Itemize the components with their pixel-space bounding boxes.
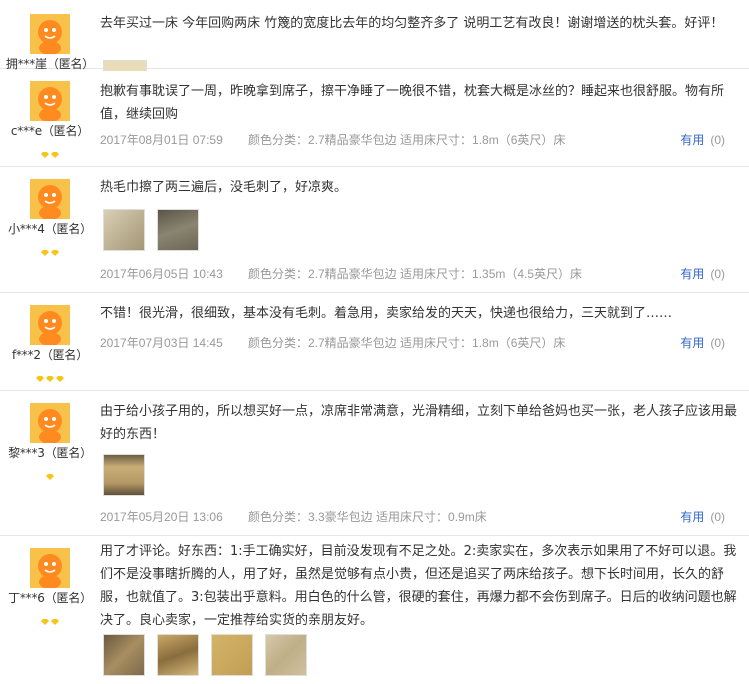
helpful-button[interactable]: 有用 <box>680 510 704 524</box>
review-text: 用了才评论。好东西：1:手工确实好，目前没发现有不足之处。2:卖家实在，多次表示… <box>100 544 737 628</box>
reviewer-level-badges <box>0 367 100 382</box>
user-avatar[interactable] <box>30 179 70 219</box>
review-photo[interactable] <box>157 209 199 251</box>
sku-info: 颜色分类：2.7精品豪华包边 适用床尺寸：1.35m（4.5英尺）床 <box>248 267 583 281</box>
helpful-button[interactable]: 有用 <box>680 336 704 350</box>
review-meta: 2017年06月05日 10:43 颜色分类：2.7精品豪华包边 适用床尺寸：1… <box>100 265 725 283</box>
reviewer-level-badges <box>0 241 100 256</box>
review-date: 2017年07月03日 14:45 <box>100 336 223 350</box>
helpful-count: (0) <box>710 267 725 281</box>
sku-info: 颜色分类：2.7精品豪华包边 适用床尺寸：1.8m（6英尺）床 <box>248 336 566 350</box>
diamond-icon <box>36 376 44 382</box>
review-photo[interactable] <box>211 634 253 676</box>
helpful-count: (0) <box>710 510 725 524</box>
review-meta: 2017年05月20日 13:06 颜色分类：3.3豪华包边 适用床尺寸：0.9… <box>100 508 725 526</box>
review-photo[interactable] <box>103 454 145 496</box>
helpful-count: (0) <box>710 336 725 350</box>
reviewer-name: 小***4（匿名） <box>8 222 92 236</box>
review-date: 2017年06月05日 10:43 <box>100 267 223 281</box>
review-item: 丁***6（匿名） 用了才评论。好东西：1:手工确实好，目前没发现有不足之处。2… <box>0 536 749 684</box>
review-meta: 2017年08月01日 07:59 颜色分类：2.7精品豪华包边 适用床尺寸：1… <box>100 131 725 149</box>
reviewer-name: f***2（匿名） <box>11 348 89 362</box>
diamond-icon <box>41 619 49 625</box>
review-photo[interactable] <box>103 209 145 251</box>
helpful-control: 有用 (0) <box>680 508 725 525</box>
diamond-icon <box>46 474 54 480</box>
user-avatar[interactable] <box>30 14 70 54</box>
review-item: c***e（匿名） 抱歉有事耽误了一周，昨晚拿到席子，擦干净睡了一晚很不错，枕套… <box>0 69 749 167</box>
review-item: f***2（匿名） 不错！很光滑，很细致，基本没有毛刺。着急用，卖家给发的天天，… <box>0 293 749 391</box>
reviewer-level-badges <box>0 465 100 480</box>
review-photo[interactable] <box>157 634 199 676</box>
helpful-count: (0) <box>710 133 725 147</box>
user-avatar[interactable] <box>30 81 70 121</box>
diamond-icon <box>41 152 49 158</box>
helpful-control: 有用 (0) <box>680 265 725 282</box>
review-item: 拥***崖（匿名） 去年买过一床 今年回购两床 竹篾的宽度比去年的均匀整齐多了 … <box>0 0 749 71</box>
user-avatar[interactable] <box>30 305 70 345</box>
review-date: 2017年05月20日 13:06 <box>100 510 223 524</box>
review-text: 去年买过一床 今年回购两床 竹篾的宽度比去年的均匀整齐多了 说明工艺有改良！谢谢… <box>100 16 724 31</box>
user-avatar[interactable] <box>30 548 70 588</box>
sku-info: 颜色分类：2.7精品豪华包边 适用床尺寸：1.8m（6英尺）床 <box>248 133 566 147</box>
helpful-control: 有用 (0) <box>680 334 725 351</box>
review-text: 热毛巾擦了两三遍后，没毛刺了，好凉爽。 <box>100 180 348 195</box>
diamond-icon <box>51 250 59 256</box>
review-text: 由于给小孩子用的，所以想买好一点，凉席非常满意，光滑精细，立刻下单给爸妈也买一张… <box>100 404 738 442</box>
helpful-button[interactable]: 有用 <box>680 133 704 147</box>
helpful-control: 有用 (0) <box>680 131 725 148</box>
user-avatar[interactable] <box>30 403 70 443</box>
diamond-icon <box>41 250 49 256</box>
review-text: 抱歉有事耽误了一周，昨晚拿到席子，擦干净睡了一晚很不错，枕套大概是冰丝的？睡起来… <box>100 84 725 122</box>
review-item: 黎***3（匿名） 由于给小孩子用的，所以想买好一点，凉席非常满意，光滑精细，立… <box>0 391 749 536</box>
reviewer-name: c***e（匿名） <box>10 124 90 138</box>
review-photo[interactable] <box>265 634 307 676</box>
reviewer-name: 丁***6（匿名） <box>8 591 92 605</box>
reviewer-level-badges <box>0 610 100 625</box>
diamond-icon <box>51 152 59 158</box>
review-date: 2017年08月01日 07:59 <box>100 133 223 147</box>
diamond-icon <box>46 376 54 382</box>
diamond-icon <box>56 376 64 382</box>
review-item: 小***4（匿名） 热毛巾擦了两三遍后，没毛刺了，好凉爽。 2017年06月05… <box>0 167 749 293</box>
review-photo[interactable] <box>103 634 145 676</box>
sku-info: 颜色分类：3.3豪华包边 适用床尺寸：0.9m床 <box>248 510 487 524</box>
helpful-button[interactable]: 有用 <box>680 267 704 281</box>
review-text: 不错！很光滑，很细致，基本没有毛刺。着急用，卖家给发的天天，快递也很给力，三天就… <box>100 306 673 321</box>
reviewer-name: 黎***3（匿名） <box>8 446 92 460</box>
review-meta: 2017年07月03日 14:45 颜色分类：2.7精品豪华包边 适用床尺寸：1… <box>100 334 725 352</box>
diamond-icon <box>51 619 59 625</box>
reviewer-level-badges <box>0 143 100 158</box>
